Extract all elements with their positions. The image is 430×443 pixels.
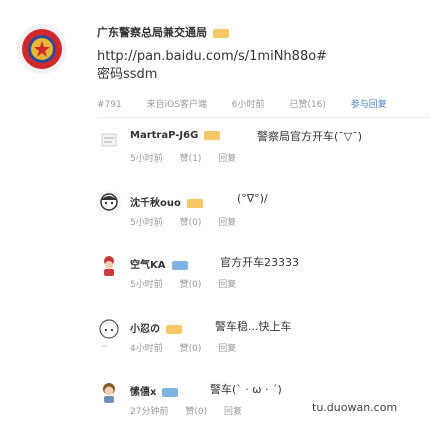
commenter-name[interactable]: 愫僖x xyxy=(130,383,179,398)
post-link[interactable]: http://pan.baidu.com/s/1miNh88o# xyxy=(97,48,327,66)
comment-item: MartraP-J6G 警察局官方开车(¯▽¯) 5小时前 赞(1) 回复 xyxy=(0,130,430,190)
commenter-name-text[interactable]: 小忍の xyxy=(130,324,160,335)
comment-meta: 5小时前 赞(0) 回复 xyxy=(130,215,250,228)
reply-indicator: ~ xyxy=(101,342,109,352)
commenter-avatar[interactable] xyxy=(96,379,122,405)
comment-text: (°∇°)/ xyxy=(237,192,268,205)
comment-like-button[interactable]: 赞(0) xyxy=(185,407,207,417)
divider xyxy=(97,117,430,118)
post-source: 来自iOS客户端 xyxy=(146,100,207,110)
post-meta: #791 来自iOS客户端 6小时前 已赞(16) 参与回复 xyxy=(97,97,387,110)
commenter-name-text[interactable]: 空气KA xyxy=(130,260,166,271)
comment-like-button[interactable]: 赞(0) xyxy=(180,218,202,228)
comment-time: 27分钟前 xyxy=(130,407,169,417)
comment-meta: 5小时前 赞(0) 回复 xyxy=(130,277,250,290)
comment-reply-button[interactable]: 回复 xyxy=(218,218,236,228)
comment-text: 警车(` · ω · ´) xyxy=(210,383,282,396)
avatar-doodle-icon xyxy=(101,133,117,147)
post-content: http://pan.baidu.com/s/1miNh88o# 密码ssdm xyxy=(97,48,327,84)
comment-time: 5小时前 xyxy=(130,280,163,290)
comment-reply-button[interactable]: 回复 xyxy=(224,407,242,417)
comment-like-button[interactable]: 赞(0) xyxy=(180,280,202,290)
comment-text: 官方开车23333 xyxy=(220,256,299,269)
comment-reply-button[interactable]: 回复 xyxy=(218,280,236,290)
comment-meta: 5小时前 赞(1) 回复 xyxy=(130,151,250,164)
comment-like-button[interactable]: 赞(0) xyxy=(180,344,202,354)
comment-item: ~ 小忍の 警车稳...快上车 4小时前 赞(0) 回复 xyxy=(0,319,430,380)
commenter-name-text[interactable]: MartraP-J6G xyxy=(130,130,198,141)
comment-time: 5小时前 xyxy=(130,218,163,228)
commenter-name[interactable]: 小忍の xyxy=(130,320,182,335)
comment-item: 沈千秋ouo (°∇°)/ 5小时前 赞(0) 回复 xyxy=(0,190,430,254)
comment-item: 空气KA 官方开车23333 5小时前 赞(0) 回复 xyxy=(0,256,430,316)
comment-like-button[interactable]: 赞(1) xyxy=(180,154,202,164)
commenter-avatar[interactable] xyxy=(96,252,122,278)
comment-reply-button[interactable]: 回复 xyxy=(218,344,236,354)
vip-badge-icon xyxy=(162,387,179,397)
commenter-avatar[interactable] xyxy=(96,316,122,342)
police-badge-icon xyxy=(22,29,62,69)
commenter-name[interactable]: MartraP-J6G xyxy=(130,130,221,141)
vip-badge-icon xyxy=(213,28,229,38)
comment-text: 警车稳...快上车 xyxy=(215,320,292,333)
poster-name[interactable]: 广东警察总局兼交通局 xyxy=(97,24,229,40)
poster-name-text[interactable]: 广东警察总局兼交通局 xyxy=(97,26,207,39)
floor-number: #791 xyxy=(97,100,122,110)
commenter-avatar[interactable] xyxy=(96,126,122,152)
comment-meta: 4小时前 赞(0) 回复 xyxy=(130,341,250,354)
comment-meta: 27分钟前 赞(0) 回复 xyxy=(130,404,256,417)
vip-badge-icon xyxy=(166,324,182,334)
comment-text: 警察局官方开车(¯▽¯) xyxy=(257,130,363,143)
watermark: tu.duowan.com xyxy=(312,401,398,414)
vip-badge-icon xyxy=(204,130,221,140)
commenter-name-text[interactable]: 沈千秋ouo xyxy=(130,198,181,209)
comment-reply-button[interactable]: 回复 xyxy=(218,154,236,164)
poster-avatar[interactable] xyxy=(17,24,67,74)
post-time: 6小时前 xyxy=(231,100,265,110)
avatar-character-icon xyxy=(103,383,115,403)
comment-time: 5小时前 xyxy=(130,154,163,164)
commenter-avatar[interactable] xyxy=(96,190,122,216)
avatar-character-icon xyxy=(104,256,114,276)
avatar-character-icon xyxy=(99,319,119,339)
vip-badge-icon xyxy=(171,260,188,270)
commenter-name[interactable]: 空气KA xyxy=(130,256,188,271)
comment-time: 4小时前 xyxy=(130,344,163,354)
reply-button[interactable]: 参与回复 xyxy=(351,100,387,110)
like-count[interactable]: 已赞(16) xyxy=(289,100,325,110)
vip-badge-icon xyxy=(186,198,203,208)
commenter-name[interactable]: 沈千秋ouo xyxy=(130,194,203,209)
commenter-name-text[interactable]: 愫僖x xyxy=(130,387,156,398)
post-password: 密码ssdm xyxy=(97,67,158,82)
avatar-character-icon xyxy=(100,193,118,211)
